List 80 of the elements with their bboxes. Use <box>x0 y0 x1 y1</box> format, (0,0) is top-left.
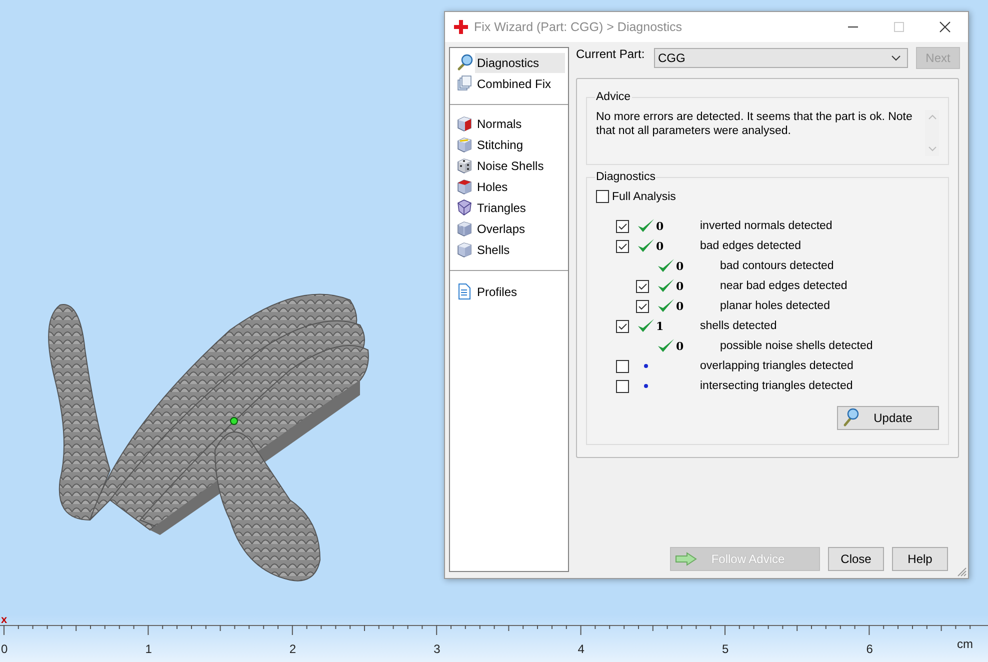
sidebar-item[interactable]: Stitching <box>475 134 565 154</box>
checkbox[interactable] <box>616 240 629 252</box>
dialog-button[interactable]: Close <box>828 547 884 571</box>
dot-icon <box>644 364 648 368</box>
ruler-label: 2 <box>289 642 296 656</box>
ruler-label: 4 <box>578 642 584 656</box>
ruler-label: 6 <box>866 642 873 656</box>
unit-label: cm <box>957 637 973 651</box>
point-marker <box>230 417 238 425</box>
chevron-icon <box>891 55 901 61</box>
ruler-label: 0 <box>1 642 8 656</box>
sidebar-item[interactable]: Profiles <box>475 282 565 302</box>
sidebar-item[interactable]: Combined Fix <box>475 74 565 94</box>
diagnostic-label: near bad edges detected <box>720 280 848 292</box>
count-value: 0 <box>676 260 684 273</box>
scroll-up-icon <box>928 114 936 120</box>
group-title: Advice <box>595 91 632 103</box>
check-icon <box>637 318 655 334</box>
check-icon <box>657 278 675 294</box>
group-title: Diagnostics <box>595 171 656 183</box>
checkbox[interactable] <box>596 190 609 203</box>
sidebar-item[interactable]: Triangles <box>475 198 565 218</box>
checkbox[interactable] <box>616 360 629 372</box>
sidebar-item[interactable]: Holes <box>475 176 565 196</box>
diagnostic-label: intersecting triangles detected <box>700 380 853 392</box>
ruler-label: 3 <box>434 642 440 656</box>
part-dropdown[interactable]: CGG <box>654 48 908 68</box>
cube-icon <box>456 178 473 195</box>
checkbox[interactable] <box>636 300 649 312</box>
check-icon <box>657 258 675 274</box>
pages-icon <box>456 75 473 92</box>
advice-text: No more errors are detected. It seems that the part is ok. Note that not all parameters were analysed. <box>596 110 914 139</box>
count-value: 0 <box>656 240 664 253</box>
ruler-label: 1 <box>145 642 152 656</box>
diagnostic-label: inverted normals detected <box>700 220 832 232</box>
check-icon <box>657 338 675 354</box>
count-value: 0 <box>676 300 684 313</box>
magnifier-icon <box>456 54 473 71</box>
diagnostic-label: planar holes detected <box>720 300 830 312</box>
medical-cross-icon <box>454 20 468 34</box>
arrow-icon <box>675 552 697 566</box>
cube-icon <box>456 115 473 132</box>
dice-icon <box>456 157 473 174</box>
checkbox[interactable] <box>616 220 629 232</box>
checkbox[interactable] <box>616 380 629 392</box>
diagnostic-label: shells detected <box>700 320 777 332</box>
sidebar-item[interactable]: Noise Shells <box>475 156 565 176</box>
checkbox[interactable] <box>636 280 649 292</box>
cube-icon <box>456 241 473 258</box>
diagnostic-label: bad edges detected <box>700 240 802 252</box>
sidebar-item[interactable]: Shells <box>475 240 565 260</box>
scroll-down-icon <box>928 146 936 152</box>
close-icon <box>939 21 951 33</box>
sidebar-item[interactable]: Diagnostics <box>475 52 565 72</box>
polyhedron-icon <box>456 199 473 216</box>
window-title: Fix Wizard (Part: CGG) > Diagnostics <box>474 20 684 34</box>
ruler-label: 5 <box>722 642 729 656</box>
diagnostic-label: bad contours detected <box>720 260 834 272</box>
count-value: 0 <box>676 280 684 293</box>
count-value: 0 <box>676 340 684 353</box>
check-icon <box>637 218 655 234</box>
count-value: 1 <box>656 320 664 333</box>
check-icon <box>657 298 675 314</box>
diagnostic-label: possible noise shells detected <box>720 340 873 352</box>
count-value: 0 <box>656 220 664 233</box>
checkbox-label: Full Analysis <box>612 190 676 202</box>
cube-icon <box>456 136 473 153</box>
dialog-button[interactable]: Help <box>892 547 948 571</box>
sidebar-item[interactable]: Overlaps <box>475 218 565 238</box>
update-button[interactable]: Update <box>837 406 939 430</box>
checkbox[interactable] <box>616 320 629 332</box>
dot-icon <box>644 384 648 388</box>
sidebar-item[interactable]: Normals <box>475 114 565 134</box>
maximize-icon <box>893 21 905 33</box>
origin-marker: x <box>1 615 8 626</box>
check-icon <box>637 238 655 254</box>
diagnostic-label: overlapping triangles detected <box>700 360 854 372</box>
field-label: Current Part: <box>576 47 646 61</box>
cube-icon <box>456 220 473 237</box>
document-icon <box>456 283 473 300</box>
